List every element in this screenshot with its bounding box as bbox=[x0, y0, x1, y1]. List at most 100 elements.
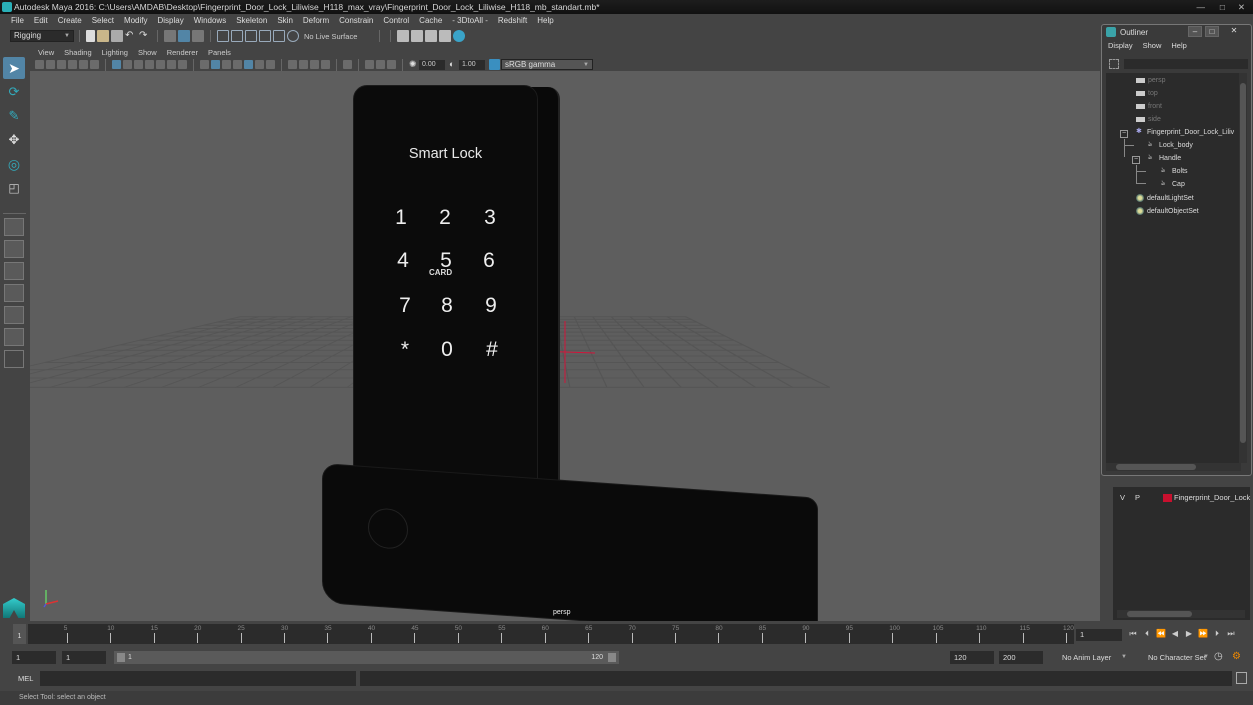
range-end-handle[interactable] bbox=[608, 653, 616, 662]
persp-outliner-layout-icon[interactable] bbox=[4, 262, 24, 280]
outliner-menu-display[interactable]: Display bbox=[1108, 41, 1133, 50]
collapse-handle-icon[interactable]: − bbox=[1132, 156, 1140, 164]
play-forwards-icon[interactable]: ▶ bbox=[1183, 628, 1195, 640]
layer-horizontal-scrollbar[interactable] bbox=[1117, 610, 1245, 618]
image-plane-icon[interactable] bbox=[68, 60, 77, 69]
range-start-handle[interactable] bbox=[117, 653, 125, 662]
custom-layout-icon[interactable] bbox=[4, 350, 24, 368]
redo-icon[interactable]: ↷ bbox=[139, 30, 151, 42]
isolate-select-icon[interactable] bbox=[343, 60, 352, 69]
wireframe-icon[interactable] bbox=[200, 60, 209, 69]
panel-menu-panels[interactable]: Panels bbox=[203, 48, 236, 57]
resolution-gate-icon[interactable] bbox=[134, 60, 143, 69]
outliner-menu-help[interactable]: Help bbox=[1171, 41, 1186, 50]
animation-preferences-icon[interactable]: ⚙ bbox=[1232, 651, 1241, 662]
panel-menu-view[interactable]: View bbox=[33, 48, 59, 57]
current-frame-marker[interactable]: 1 bbox=[13, 624, 26, 644]
outliner-item-default-object-set[interactable]: defaultObjectSet bbox=[1136, 207, 1199, 215]
menu-help[interactable]: Help bbox=[532, 14, 558, 28]
anim-layer-dropdown[interactable]: No Anim Layer bbox=[1046, 651, 1130, 664]
playback-start-field[interactable]: 1 bbox=[62, 651, 106, 664]
layer-playback-toggle[interactable]: P bbox=[1135, 493, 1140, 502]
select-by-hierarchy-icon[interactable] bbox=[164, 30, 176, 42]
field-chart-icon[interactable] bbox=[156, 60, 165, 69]
exposure-field[interactable]: 0.00 bbox=[419, 59, 445, 70]
hypershade-icon[interactable] bbox=[453, 30, 465, 42]
animation-end-field[interactable]: 200 bbox=[999, 651, 1043, 664]
outliner-title-bar[interactable]: Outliner – □ ✕ bbox=[1102, 25, 1251, 39]
xray-icon[interactable] bbox=[288, 60, 297, 69]
select-tool-icon[interactable]: ➤ bbox=[3, 57, 25, 79]
select-by-object-icon[interactable] bbox=[178, 30, 190, 42]
menu-file[interactable]: File bbox=[6, 14, 29, 28]
snap-live-icon[interactable] bbox=[273, 30, 285, 42]
save-scene-icon[interactable] bbox=[111, 30, 123, 42]
menu-3dtoall[interactable]: - 3DtoAll - bbox=[447, 14, 493, 28]
outliner-item-lock-body[interactable]: ঌ Lock_body bbox=[1148, 141, 1193, 149]
step-forward-key-icon[interactable]: ⏩ bbox=[1197, 628, 1209, 640]
menu-constrain[interactable]: Constrain bbox=[334, 14, 378, 28]
menu-skin[interactable]: Skin bbox=[272, 14, 298, 28]
timeline-ruler[interactable]: 5 10 15 20 25 30 35 40 45 50 55 60 65 70 75 80 85 90 95 100… bbox=[28, 624, 1074, 644]
outliner-item-persp[interactable]: persp bbox=[1136, 77, 1166, 84]
layer-visibility-toggle[interactable]: V bbox=[1120, 493, 1125, 502]
minimize-window-button[interactable]: — bbox=[1197, 0, 1206, 14]
move-tool-icon[interactable]: ✥ bbox=[3, 129, 25, 151]
color-management-icon[interactable] bbox=[489, 59, 500, 70]
outliner-close-button[interactable]: ✕ bbox=[1227, 26, 1241, 37]
hypershade-layout-icon[interactable] bbox=[4, 328, 24, 346]
snap-point-icon[interactable] bbox=[245, 30, 257, 42]
menu-display[interactable]: Display bbox=[153, 14, 189, 28]
step-forward-frame-icon[interactable]: ⏵ bbox=[1211, 628, 1223, 640]
ipr-render-icon[interactable] bbox=[425, 30, 437, 42]
grease-pencil-icon[interactable] bbox=[90, 60, 99, 69]
menu-deform[interactable]: Deform bbox=[298, 14, 334, 28]
snap-grid-icon[interactable] bbox=[217, 30, 229, 42]
go-to-end-icon[interactable]: ⏭ bbox=[1225, 628, 1237, 640]
layer-row[interactable]: V P Fingerprint_Door_Lock bbox=[1113, 490, 1250, 504]
persp-outliner-stack-layout-icon[interactable] bbox=[4, 306, 24, 324]
snap-curve-icon[interactable] bbox=[231, 30, 243, 42]
outliner-item-bolts[interactable]: ঌ Bolts bbox=[1161, 167, 1188, 175]
single-perspective-layout-icon[interactable] bbox=[4, 218, 24, 236]
color-space-dropdown[interactable]: sRGB gamma bbox=[501, 59, 593, 70]
menu-modify[interactable]: Modify bbox=[119, 14, 153, 28]
make-live-icon[interactable] bbox=[287, 30, 299, 42]
panel-menu-lighting[interactable]: Lighting bbox=[97, 48, 133, 57]
camera-attributes-icon[interactable] bbox=[46, 60, 55, 69]
outliner-item-top[interactable]: top bbox=[1136, 90, 1158, 97]
outliner-horizontal-scrollbar[interactable] bbox=[1106, 463, 1241, 471]
maximize-window-button[interactable]: □ bbox=[1220, 0, 1225, 14]
camera-select-icon[interactable] bbox=[35, 60, 44, 69]
script-editor-icon[interactable] bbox=[1236, 672, 1247, 684]
menu-skeleton[interactable]: Skeleton bbox=[231, 14, 272, 28]
grid-toggle-icon[interactable] bbox=[112, 60, 121, 69]
safe-title-icon[interactable] bbox=[178, 60, 187, 69]
step-back-frame-icon[interactable]: ⏴ bbox=[1141, 628, 1153, 640]
panel-menu-show[interactable]: Show bbox=[133, 48, 162, 57]
script-language-toggle[interactable]: MEL bbox=[18, 674, 33, 683]
textured-icon[interactable] bbox=[233, 60, 242, 69]
outliner-item-default-light-set[interactable]: defaultLightSet bbox=[1136, 194, 1194, 202]
collapse-root-icon[interactable]: − bbox=[1120, 130, 1128, 138]
play-backwards-icon[interactable]: ◀ bbox=[1169, 628, 1181, 640]
snap-view-plane-icon[interactable] bbox=[259, 30, 271, 42]
backface-culling-icon[interactable] bbox=[321, 60, 330, 69]
outliner-minimize-button[interactable]: – bbox=[1188, 26, 1202, 37]
animation-start-field[interactable]: 1 bbox=[12, 651, 56, 664]
menu-create[interactable]: Create bbox=[53, 14, 87, 28]
scale-tool-icon[interactable]: ◰ bbox=[3, 177, 25, 199]
panel-menu-renderer[interactable]: Renderer bbox=[162, 48, 203, 57]
menu-cache[interactable]: Cache bbox=[414, 14, 447, 28]
outliner-search-input[interactable] bbox=[1124, 59, 1248, 69]
viewport-persp[interactable]: Smart Lock 1 2 3 4 5 6 CARD 7 8 9 * 0 # … bbox=[30, 71, 1100, 621]
persp-graph-layout-icon[interactable] bbox=[4, 284, 24, 302]
panel-menu-shading[interactable]: Shading bbox=[59, 48, 97, 57]
xray-active-icon[interactable] bbox=[299, 60, 308, 69]
menu-select[interactable]: Select bbox=[87, 14, 119, 28]
outliner-item-cap[interactable]: ঌ Cap bbox=[1161, 180, 1185, 188]
gamma-field[interactable]: 1.00 bbox=[459, 59, 485, 70]
render-current-frame-icon[interactable] bbox=[411, 30, 423, 42]
auto-key-icon[interactable]: ◷ bbox=[1214, 651, 1223, 662]
use-all-lights-icon[interactable] bbox=[244, 60, 253, 69]
